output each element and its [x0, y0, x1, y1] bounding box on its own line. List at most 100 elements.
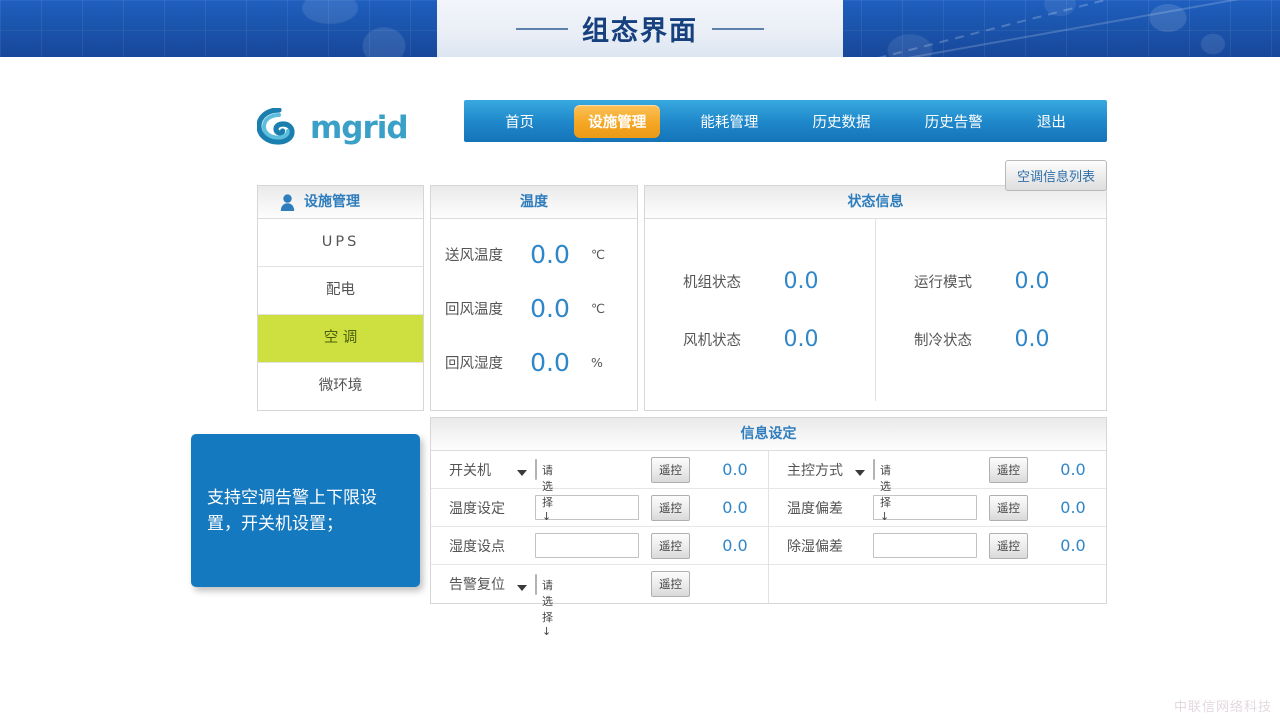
- power-switch-label: 开关机: [449, 462, 491, 479]
- main-nav: 首页 设施管理 能耗管理 历史数据 历史告警 退出: [464, 100, 1107, 142]
- slide-banner: 组态界面: [0, 0, 1280, 57]
- nav-item-history-data[interactable]: 历史数据: [799, 105, 885, 138]
- status-row: 制冷状态 0.0: [876, 310, 1106, 368]
- settings-panel: 信息设定 开关机 请选择↓ 遥控 0.0 温度设定 遥控 0.0 湿度设点 遥控…: [430, 417, 1107, 638]
- watermark: 中联信网络科技: [1173, 700, 1272, 715]
- humidity-setpoint-value: 0.0: [722, 536, 748, 555]
- temperature-panel-body: 送风温度 0.0 ℃ 回风温度 0.0 ℃ 回风湿度 0.0 %: [431, 219, 637, 389]
- nav-item-home[interactable]: 首页: [491, 105, 548, 138]
- chevron-down-icon: [517, 470, 527, 476]
- unit-status-value: 0.0: [783, 268, 819, 294]
- settings-column-left: 开关机 请选择↓ 遥控 0.0 温度设定 遥控 0.0 湿度设点 遥控 0.0 …: [431, 451, 769, 638]
- alarm-reset-remote-button[interactable]: 遥控: [651, 571, 690, 597]
- sidebar-item-power-distribution[interactable]: 配电: [258, 267, 423, 315]
- nav-item-logout[interactable]: 退出: [1023, 105, 1080, 138]
- alarm-reset-label: 告警复位: [449, 577, 505, 593]
- alarm-reset-select-text: 请选择↓: [542, 578, 553, 638]
- settings-row-dehumidify-deviation: 除湿偏差 遥控 0.0: [769, 527, 1106, 565]
- master-control-mode-select-text: 请选择↓: [880, 464, 891, 523]
- sidebar-item-air-conditioning[interactable]: 空 调: [258, 315, 423, 363]
- brand-name: mgrid: [310, 110, 409, 146]
- settings-row-alarm-reset: 告警复位 请选择↓ 遥控: [431, 565, 768, 638]
- ac-info-list-button[interactable]: 空调信息列表: [1004, 160, 1107, 191]
- alarm-reset-select[interactable]: 请选择↓: [517, 573, 553, 638]
- chevron-down-icon: [517, 584, 527, 591]
- dehumidify-deviation-control: [873, 533, 981, 558]
- status-column-left: 机组状态 0.0 风机状态 0.0: [645, 219, 876, 401]
- master-control-mode-remote-button[interactable]: 遥控: [989, 456, 1028, 483]
- fan-status-value: 0.0: [783, 326, 819, 352]
- temp-setpoint-value: 0.0: [722, 498, 748, 517]
- user-icon: [280, 193, 295, 211]
- dehumidify-deviation-value: 0.0: [1060, 536, 1086, 555]
- settings-column-right: 主控方式 请选择↓ 遥控 0.0 温度偏差 遥控 0.0 除湿偏差 遥控 0.0: [769, 451, 1106, 603]
- settings-panel-body: 开关机 请选择↓ 遥控 0.0 温度设定 遥控 0.0 湿度设点 遥控 0.0 …: [431, 451, 1106, 638]
- nav-item-facility-management[interactable]: 设施管理: [574, 104, 661, 138]
- annotation-callout-text: 支持空调告警上下限设置，开关机设置；: [207, 487, 377, 534]
- sidebar-item-ups[interactable]: UPS: [258, 219, 423, 267]
- settings-row-temp-deviation: 温度偏差 遥控 0.0: [769, 489, 1106, 527]
- nav-item-energy-management[interactable]: 能耗管理: [686, 105, 772, 138]
- sidebar-item-micro-environment[interactable]: 微环境: [258, 363, 423, 410]
- dehumidify-deviation-remote-button[interactable]: 遥控: [989, 532, 1028, 559]
- settings-row-master-control-mode: 主控方式 请选择↓ 遥控 0.0: [769, 451, 1106, 523]
- power-switch-value: 0.0: [722, 460, 748, 479]
- humidity-setpoint-remote-button[interactable]: 遥控: [651, 532, 690, 559]
- master-control-mode-label: 主控方式: [787, 462, 843, 479]
- temp-deviation-value: 0.0: [1060, 498, 1086, 517]
- nav-item-history-alarm[interactable]: 历史告警: [911, 105, 997, 138]
- alarm-reset-control: 请选择↓: [517, 573, 643, 638]
- power-switch-select[interactable]: 请选择↓: [517, 459, 553, 523]
- settings-row-humidity-setpoint: 湿度设点 遥控 0.0: [431, 527, 768, 565]
- temperature-row: 回风湿度 0.0 %: [431, 335, 637, 389]
- return-air-temp-label: 回风温度: [445, 301, 503, 318]
- sidebar-header-label: 设施管理: [304, 194, 360, 210]
- temp-setpoint-remote-button[interactable]: 遥控: [651, 494, 690, 521]
- annotation-callout: 支持空调告警上下限设置，开关机设置；: [191, 434, 420, 587]
- settings-row-temp-setpoint: 温度设定 遥控 0.0: [431, 489, 768, 527]
- temp-setpoint-label: 温度设定: [449, 500, 505, 517]
- banner-title-plate: 组态界面: [437, 0, 843, 57]
- toolbar-row: 空调信息列表: [257, 155, 1107, 191]
- master-control-mode-value: 0.0: [1060, 460, 1086, 479]
- status-panel: 状态信息 机组状态 0.0 风机状态 0.0 运行模式 0.0 制冷状态 0.0: [644, 185, 1107, 411]
- status-row: 机组状态 0.0: [645, 252, 875, 310]
- humidity-setpoint-label: 湿度设点: [449, 538, 505, 555]
- master-control-mode-select[interactable]: 请选择↓: [855, 459, 891, 523]
- settings-panel-header: 信息设定: [431, 418, 1106, 451]
- return-air-humidity-unit: %: [591, 354, 603, 370]
- temperature-panel: 温度 送风温度 0.0 ℃ 回风温度 0.0 ℃ 回风湿度 0.0 %: [430, 185, 638, 411]
- temp-deviation-remote-button[interactable]: 遥控: [989, 494, 1028, 521]
- banner-title: 组态界面: [582, 16, 698, 47]
- dehumidify-deviation-label: 除湿偏差: [787, 538, 843, 555]
- cooling-status-value: 0.0: [1014, 326, 1050, 352]
- status-row: 风机状态 0.0: [645, 310, 875, 368]
- return-air-temp-unit: ℃: [591, 300, 606, 316]
- panels-row: 设施管理 UPS 配电 空 调 微环境 温度 送风温度 0.0 ℃ 回风温度 0…: [257, 185, 1107, 411]
- supply-air-temp-label: 送风温度: [445, 247, 503, 264]
- power-switch-select-text: 请选择↓: [542, 464, 553, 523]
- humidity-setpoint-control: [535, 533, 643, 558]
- spiral-swirl-icon: [257, 108, 295, 145]
- cooling-status-label: 制冷状态: [914, 332, 972, 349]
- supply-air-temp-value: 0.0: [530, 239, 570, 269]
- power-switch-remote-button[interactable]: 遥控: [651, 456, 690, 483]
- supply-air-temp-unit: ℃: [591, 246, 606, 262]
- temperature-panel-header: 温度: [431, 186, 637, 219]
- dehumidify-deviation-input[interactable]: [873, 533, 977, 558]
- temperature-row: 送风温度 0.0 ℃: [431, 227, 637, 281]
- return-air-temp-value: 0.0: [530, 293, 570, 323]
- temp-deviation-label: 温度偏差: [787, 500, 843, 517]
- chevron-down-icon: [855, 470, 865, 476]
- slide-page: 组态界面 mgrid 首页 设施管理 能耗管理 历史数据 历史告警 退出 空调信…: [0, 0, 1280, 720]
- return-air-humidity-value: 0.0: [530, 347, 570, 377]
- banner-diagonal-lines-icon: [878, 0, 1240, 57]
- status-row: 运行模式 0.0: [876, 252, 1106, 310]
- master-control-mode-control: 请选择↓: [855, 459, 981, 523]
- facility-sidebar: 设施管理 UPS 配电 空 调 微环境: [257, 185, 424, 411]
- settings-row-empty: [769, 565, 1106, 603]
- status-column-right: 运行模式 0.0 制冷状态 0.0: [876, 219, 1106, 401]
- humidity-setpoint-input[interactable]: [535, 533, 639, 558]
- banner-dash-left: [516, 27, 568, 30]
- app-header: mgrid 首页 设施管理 能耗管理 历史数据 历史告警 退出: [257, 100, 1107, 155]
